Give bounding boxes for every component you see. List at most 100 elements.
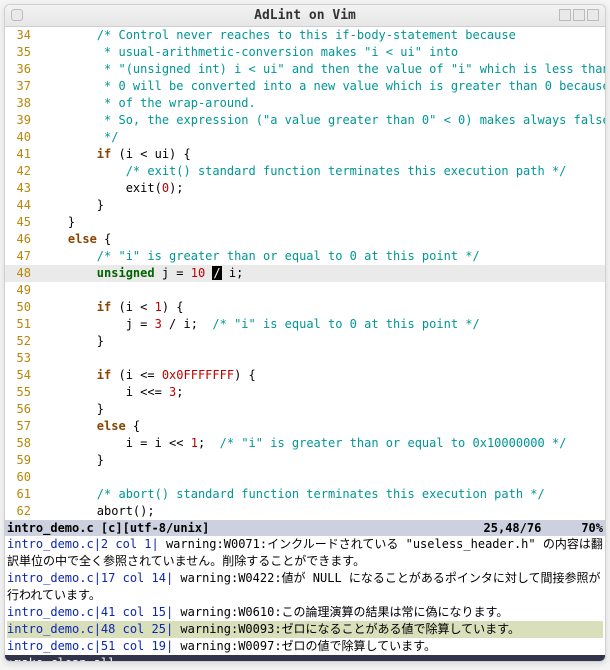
code-line[interactable]: 45 } [5, 214, 605, 231]
code-line[interactable]: 46 else { [5, 231, 605, 248]
code-line[interactable]: 59 } [5, 452, 605, 469]
line-number: 46 [5, 231, 39, 248]
quickfix-list[interactable]: intro_demo.c|2 col 1| warning:W0071:インクル… [5, 536, 605, 655]
code-content: /* Control never reaches to this if-body… [39, 27, 605, 44]
cursor: / [212, 266, 221, 280]
code-content: i <<= 3; [39, 384, 605, 401]
code-line[interactable]: 38 * of the wrap-around. [5, 95, 605, 112]
minimize-button[interactable] [559, 9, 571, 21]
line-number: 43 [5, 180, 39, 197]
code-line[interactable]: 56 } [5, 401, 605, 418]
code-content: * "(unsigned int) i < ui" and then the v… [39, 61, 605, 78]
code-content: /* abort() standard function terminates … [39, 486, 605, 503]
line-number: 39 [5, 112, 39, 129]
status-percent: 70% [581, 520, 603, 536]
code-line[interactable]: 50 if (i < 1) { [5, 299, 605, 316]
code-line[interactable]: 52 } [5, 333, 605, 350]
code-content: i = i << 1; /* "i" is greater than or eq… [39, 435, 605, 452]
code-line[interactable]: 41 if (i < ui) { [5, 146, 605, 163]
code-content [39, 469, 605, 486]
window-controls [559, 9, 599, 21]
code-content: } [39, 214, 605, 231]
command-line[interactable]: :make clean all [5, 655, 605, 662]
window-menu-icon[interactable] [11, 9, 23, 21]
code-content [39, 350, 605, 367]
code-line[interactable]: 39 * So, the expression ("a value greate… [5, 112, 605, 129]
code-line[interactable]: 43 exit(0); [5, 180, 605, 197]
code-content [39, 282, 605, 299]
code-content: else { [39, 418, 605, 435]
line-number: 36 [5, 61, 39, 78]
code-line[interactable]: 48 unsigned j = 10 / i; [5, 265, 605, 282]
code-line[interactable]: 42 /* exit() standard function terminate… [5, 163, 605, 180]
code-line[interactable]: 62 abort(); [5, 503, 605, 520]
line-number: 62 [5, 503, 39, 520]
code-content: * So, the expression ("a value greater t… [39, 112, 605, 129]
code-content: unsigned j = 10 / i; [39, 265, 605, 282]
line-number: 56 [5, 401, 39, 418]
line-number: 42 [5, 163, 39, 180]
code-content: if (i < ui) { [39, 146, 605, 163]
line-number: 61 [5, 486, 39, 503]
line-number: 49 [5, 282, 39, 299]
line-number: 53 [5, 350, 39, 367]
code-line[interactable]: 35 * usual-arithmetic-conversion makes "… [5, 44, 605, 61]
code-line[interactable]: 60 [5, 469, 605, 486]
code-line[interactable]: 54 if (i <= 0x0FFFFFFF) { [5, 367, 605, 384]
code-line[interactable]: 40 */ [5, 129, 605, 146]
line-number: 38 [5, 95, 39, 112]
code-content: } [39, 333, 605, 350]
code-content: abort(); [39, 503, 605, 520]
code-content: } [39, 401, 605, 418]
code-line[interactable]: 37 * 0 will be converted into a new valu… [5, 78, 605, 95]
code-content: if (i <= 0x0FFFFFFF) { [39, 367, 605, 384]
line-number: 57 [5, 418, 39, 435]
line-number: 35 [5, 44, 39, 61]
line-number: 37 [5, 78, 39, 95]
line-number: 59 [5, 452, 39, 469]
code-content: * 0 will be converted into a new value w… [39, 78, 605, 95]
code-line[interactable]: 44 } [5, 197, 605, 214]
code-line[interactable]: 34 /* Control never reaches to this if-b… [5, 27, 605, 44]
line-number: 34 [5, 27, 39, 44]
status-bar: intro_demo.c [c][utf-8/unix] 25,48/76 70… [5, 520, 605, 536]
quickfix-item[interactable]: intro_demo.c|41 col 15| warning:W0610:この… [7, 604, 603, 621]
code-content: */ [39, 129, 605, 146]
line-number: 41 [5, 146, 39, 163]
code-line[interactable]: 51 j = 3 / i; /* "i" is equal to 0 at th… [5, 316, 605, 333]
line-number: 45 [5, 214, 39, 231]
line-number: 58 [5, 435, 39, 452]
line-number: 48 [5, 265, 39, 282]
code-line[interactable]: 47 /* "i" is greater than or equal to 0 … [5, 248, 605, 265]
code-line[interactable]: 36 * "(unsigned int) i < ui" and then th… [5, 61, 605, 78]
code-line[interactable]: 57 else { [5, 418, 605, 435]
titlebar[interactable]: AdLint on Vim [5, 5, 605, 27]
close-button[interactable] [587, 9, 599, 21]
code-line[interactable]: 49 [5, 282, 605, 299]
command-text: :make clean all [7, 656, 115, 662]
maximize-button[interactable] [573, 9, 585, 21]
code-content: if (i < 1) { [39, 299, 605, 316]
code-line[interactable]: 55 i <<= 3; [5, 384, 605, 401]
line-number: 52 [5, 333, 39, 350]
app-window: AdLint on Vim 34 /* Control never reache… [4, 4, 606, 662]
line-number: 50 [5, 299, 39, 316]
code-line[interactable]: 58 i = i << 1; /* "i" is greater than or… [5, 435, 605, 452]
code-content: j = 3 / i; /* "i" is equal to 0 at this … [39, 316, 605, 333]
code-content: else { [39, 231, 605, 248]
code-content: } [39, 197, 605, 214]
line-number: 55 [5, 384, 39, 401]
quickfix-item[interactable]: intro_demo.c|51 col 19| warning:W0097:ゼロ… [7, 638, 603, 655]
code-content: /* exit() standard function terminates t… [39, 163, 605, 180]
quickfix-item[interactable]: intro_demo.c|48 col 25| warning:W0093:ゼロ… [7, 621, 603, 638]
code-line[interactable]: 53 [5, 350, 605, 367]
code-content: /* "i" is greater than or equal to 0 at … [39, 248, 605, 265]
quickfix-item[interactable]: intro_demo.c|17 col 14| warning:W0422:値が… [7, 570, 603, 604]
status-position: 25,48/76 [484, 520, 542, 536]
line-number: 51 [5, 316, 39, 333]
line-number: 60 [5, 469, 39, 486]
code-editor[interactable]: 34 /* Control never reaches to this if-b… [5, 27, 605, 520]
quickfix-item[interactable]: intro_demo.c|2 col 1| warning:W0071:インクル… [7, 536, 603, 570]
line-number: 54 [5, 367, 39, 384]
code-line[interactable]: 61 /* abort() standard function terminat… [5, 486, 605, 503]
